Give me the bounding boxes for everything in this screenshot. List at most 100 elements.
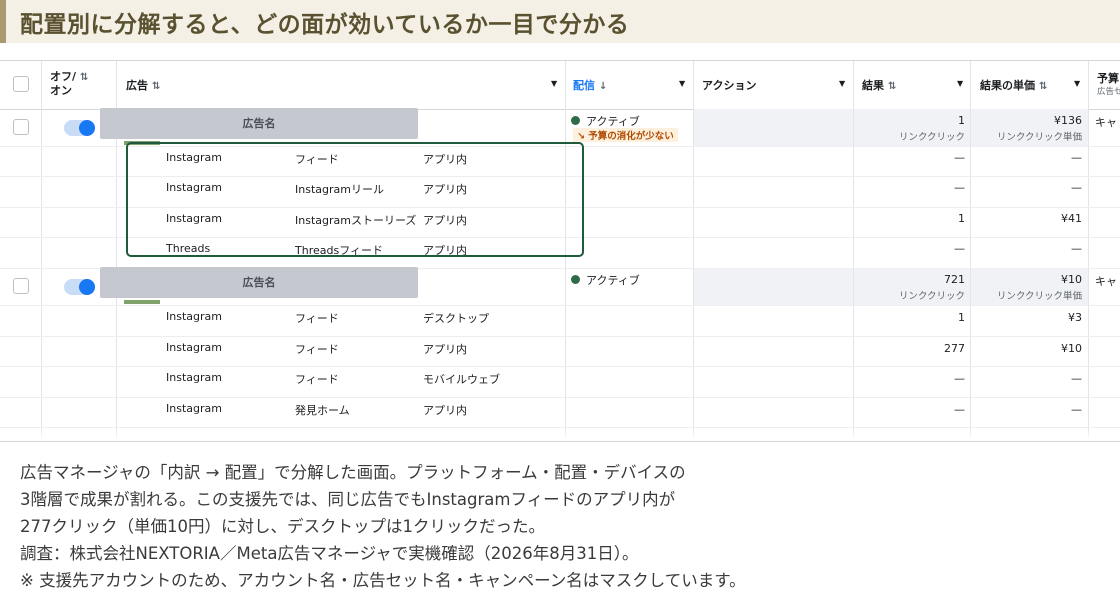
caption-line: 277クリック（単価10円）に対し、デスクトップは1クリックだった。 [20,517,545,536]
header-onoff-line1: オフ/ [50,70,77,83]
result-cell: — [954,372,965,385]
budget-warning-badge: ↘ 予算の消化が少ない [573,128,678,142]
header-onoff[interactable]: オフ/⇅ オン [50,70,88,97]
row-checkbox[interactable] [13,278,29,294]
column-divider [693,61,694,441]
cost-unit: リンククリック単価 [996,132,1082,143]
placement-cell: フィード [295,312,339,325]
caption-line: 3階層で成果が割れる。この支援先では、同じ広告でもInstagramフィードのア… [20,490,676,509]
placement-cell: フィード [295,373,339,386]
header-action[interactable]: アクション [702,77,756,93]
row-divider [0,427,1120,428]
header-delivery[interactable]: 配信 ↓ [573,77,607,93]
header-cost-per-result[interactable]: 結果の単価 ⇅ [980,77,1047,93]
heading-text: 配置別に分解すると、どの面が効いているか一目で分かる [20,12,630,38]
header-ad-label: 広告 [126,79,148,92]
caption-line: 広告マネージャの「内訳 → 配置」で分解した画面。プラットフォーム・配置・デバイ… [20,463,686,482]
ad-toggle[interactable] [64,279,95,295]
status-dot-icon [571,116,580,125]
device-cell: モバイルウェブ [423,373,500,386]
chevron-down-icon[interactable]: ▼ [551,79,557,88]
action-cell-bg [694,268,853,305]
chevron-down-icon[interactable]: ▼ [839,79,845,88]
row-divider [0,336,1120,337]
result-cell: — [954,403,965,416]
delivery-status: アクティブ [586,115,640,128]
row-checkbox[interactable] [13,119,29,135]
scroll-fade [0,431,1120,441]
header-results[interactable]: 結果 ⇅ [862,77,896,93]
header-budget-sub: 広告セ [1097,87,1120,97]
ad-name-mask[interactable]: 広告名 [100,267,418,298]
sort-icon: ⇅ [152,81,161,92]
cost-cell: ¥10 [1061,342,1082,355]
platform-cell: Instagram [166,310,222,323]
caption-line: ※ 支援先アカウントのため、アカウント名・広告セット名・キャンペーン名はマスクし… [20,571,746,590]
row-divider [0,305,1120,306]
column-divider [1088,61,1089,441]
header-onoff-line2: オン [50,84,72,97]
header-delivery-label: 配信 [573,79,595,92]
platform-cell: Instagram [166,402,222,415]
result-unit: リンククリック [898,291,965,302]
column-divider [41,61,42,441]
cost-value: ¥10 [1061,273,1082,286]
status-dot-icon [571,275,580,284]
header-results-label: 結果 [862,79,884,92]
select-all-checkbox[interactable] [13,76,29,92]
cost-cell: — [1071,151,1082,164]
platform-cell: Instagram [166,371,222,384]
device-cell: アプリ内 [423,404,467,417]
device-cell: デスクトップ [423,312,489,325]
action-cell-bg [694,109,853,146]
cost-unit: リンククリック単価 [996,291,1082,302]
cost-cell: ¥3 [1068,311,1082,324]
ad-thumbnail [124,300,160,304]
sort-icon: ⇅ [80,72,89,83]
cost-cell: — [1071,372,1082,385]
row-divider [0,366,1120,367]
toggle-knob [79,120,95,136]
delivery-status: アクティブ [586,274,640,287]
sort-icon: ⇅ [888,81,897,92]
device-cell: アプリ内 [423,343,467,356]
caption-line: 調査：株式会社NEXTORIA／Meta広告マネージャで実機確認（2026年8月… [20,544,639,563]
table-header: オフ/⇅ オン 広告 ⇅ ▼ 配信 ↓ ▼ アクション ▼ 結果 ⇅ ▼ 結果の単価 ⇅… [0,61,1120,110]
cost-cell: ¥41 [1061,212,1082,225]
budget-value: キャ [1095,275,1117,288]
cost-cell: — [1071,403,1082,416]
placement-cell: フィード [295,343,339,356]
chevron-down-icon[interactable]: ▼ [679,79,685,88]
cost-cell: — [1071,181,1082,194]
header-cost-label: 結果の単価 [980,79,1035,92]
ad-name-mask[interactable]: 広告名 [100,108,418,139]
chevron-down-icon[interactable]: ▼ [1074,79,1080,88]
result-unit: リンククリック [898,132,965,143]
result-value: 721 [944,273,965,286]
result-cell: 1 [958,311,965,324]
figure-caption: 広告マネージャの「内訳 → 配置」で分解した画面。プラットフォーム・配置・デバイ… [20,459,746,594]
header-budget[interactable]: 予算 [1097,70,1119,86]
ad-toggle[interactable] [64,120,95,136]
result-cell: — [954,151,965,164]
result-cell: — [954,242,965,255]
toggle-knob [79,279,95,295]
budget-warning-text: 予算の消化が少ない [588,131,674,142]
section-heading: 配置別に分解すると、どの面が効いているか一目で分かる [0,0,1120,43]
ads-manager-table: オフ/⇅ オン 広告 ⇅ ▼ 配信 ↓ ▼ アクション ▼ 結果 ⇅ ▼ 結果の単価 ⇅… [0,60,1120,442]
trend-down-icon: ↘ [577,131,585,142]
budget-value: キャ [1095,116,1117,129]
header-ad[interactable]: 広告 ⇅ [126,77,160,93]
sort-down-icon: ↓ [599,81,608,92]
cost-cell: — [1071,242,1082,255]
result-cell: — [954,181,965,194]
row-divider [0,397,1120,398]
chevron-down-icon[interactable]: ▼ [957,79,963,88]
column-divider [970,61,971,441]
result-cell: 277 [944,342,965,355]
result-cell: 1 [958,212,965,225]
platform-cell: Instagram [166,341,222,354]
cost-value: ¥136 [1054,114,1082,127]
placement-cell: 発見ホーム [295,404,350,417]
sort-icon: ⇅ [1039,81,1048,92]
